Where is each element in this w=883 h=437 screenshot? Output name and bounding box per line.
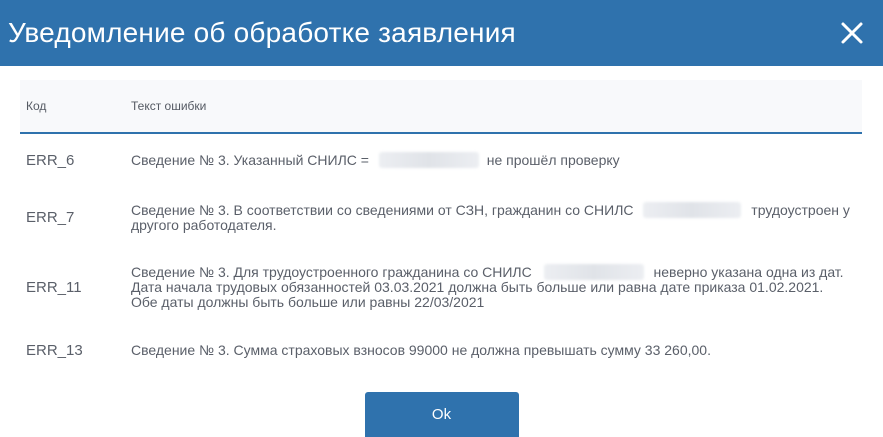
error-code: ERR_11	[26, 278, 82, 296]
errors-table: Код Текст ошибки ERR_6 Сведение № 3. Ука…	[20, 80, 862, 375]
dialog-footer: Ok	[0, 380, 883, 437]
error-code: ERR_7	[26, 208, 75, 226]
redacted-snils	[643, 201, 742, 218]
error-text: Сведение № 3. Указанный СНИЛС = не прошё…	[131, 152, 850, 168]
redacted-snils	[543, 264, 644, 280]
error-text-part: Сведение № 3. Указанный СНИЛС =	[131, 152, 369, 168]
error-text-part: Сведение № 3. В соответствии со сведения…	[131, 201, 634, 218]
redacted-snils	[378, 152, 479, 168]
error-text-part: не прошёл проверку	[486, 152, 620, 168]
error-text: Сведение № 3. Сумма страховых взносов 99…	[131, 341, 711, 358]
dialog-title: Уведомление об обработке заявления	[8, 17, 516, 48]
dialog-header: Уведомление об обработке заявления	[0, 0, 883, 66]
table-row: ERR_7 Сведение № 3. В соответствии со св…	[20, 186, 862, 248]
table-row: ERR_6 Сведение № 3. Указанный СНИЛС = не…	[20, 134, 862, 186]
table-row: ERR_11 Сведение № 3. Для трудоустроенног…	[20, 248, 862, 326]
error-code: ERR_6	[26, 151, 75, 169]
ok-button[interactable]: Ok	[364, 392, 519, 437]
column-header-code: Код	[26, 99, 47, 113]
error-text: Сведение № 3. Для трудоустроенного гражд…	[131, 264, 850, 310]
close-icon[interactable]	[837, 18, 867, 48]
table-header: Код Текст ошибки	[20, 80, 862, 134]
error-code: ERR_13	[26, 341, 83, 359]
error-text-part: Сведение № 3. Для трудоустроенного гражд…	[131, 264, 532, 280]
table-row: ERR_13 Сведение № 3. Сумма страховых взн…	[20, 326, 862, 374]
close-icon-graphic	[841, 22, 863, 44]
column-header-error-text: Текст ошибки	[131, 99, 207, 113]
notification-dialog: Уведомление об обработке заявления Код Т…	[0, 0, 883, 437]
error-text: Сведение № 3. В соответствии со сведения…	[131, 201, 850, 233]
